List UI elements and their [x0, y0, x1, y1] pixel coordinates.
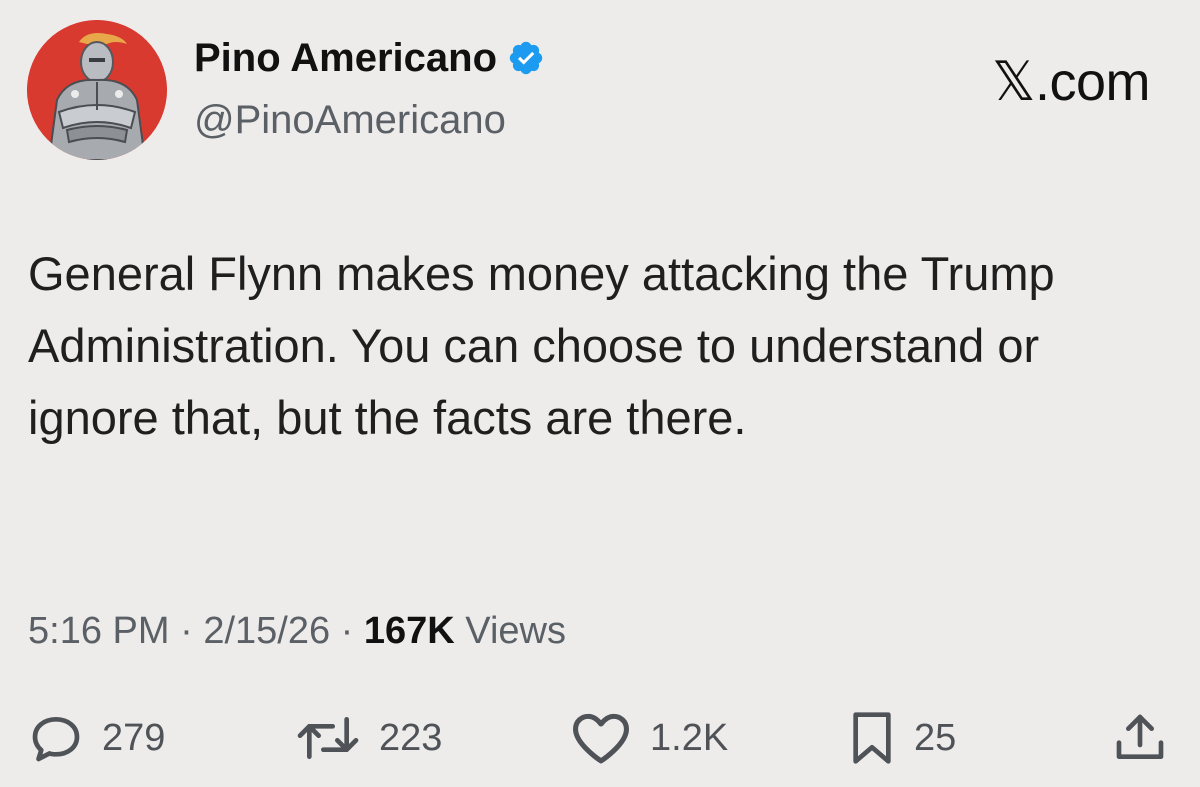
- site-label: 𝕏.com: [991, 52, 1151, 112]
- action-bar: 279 223 1.2K 25: [0, 710, 1200, 766]
- tweet-text: General Flynn makes money attacking the …: [28, 247, 1055, 444]
- tweet-meta: 5:16 PM · 2/15/26 · 167K Views: [28, 612, 566, 650]
- heart-icon: [573, 713, 629, 764]
- tweet-date[interactable]: 2/15/26: [203, 610, 330, 652]
- reply-count: 279: [102, 716, 166, 759]
- avatar[interactable]: [27, 20, 167, 160]
- author-name-row[interactable]: Pino Americano: [194, 38, 545, 78]
- author-display-name[interactable]: Pino Americano: [194, 38, 497, 78]
- author-handle[interactable]: @PinoAmericano: [194, 100, 506, 140]
- bookmark-icon: [853, 712, 891, 764]
- like-button[interactable]: 1.2K: [570, 710, 728, 766]
- chrome-robot-avatar-icon: [27, 20, 167, 160]
- views-count[interactable]: 167K: [364, 610, 455, 652]
- repost-count: 223: [379, 716, 443, 759]
- share-icon: [1116, 714, 1164, 759]
- share-button[interactable]: [1112, 710, 1168, 766]
- meta-separator: ·: [340, 610, 354, 652]
- tweet-time[interactable]: 5:16 PM: [28, 610, 170, 652]
- bookmark-button[interactable]: 25: [848, 710, 956, 766]
- views-label: Views: [465, 610, 566, 652]
- reply-icon: [32, 717, 80, 762]
- like-count: 1.2K: [650, 716, 729, 759]
- repost-button[interactable]: 223: [295, 710, 442, 766]
- repost-icon: [297, 717, 359, 759]
- bookmark-count: 25: [914, 716, 957, 759]
- meta-separator: ·: [180, 610, 193, 652]
- reply-button[interactable]: 279: [28, 710, 165, 766]
- verified-badge-icon: [507, 39, 545, 77]
